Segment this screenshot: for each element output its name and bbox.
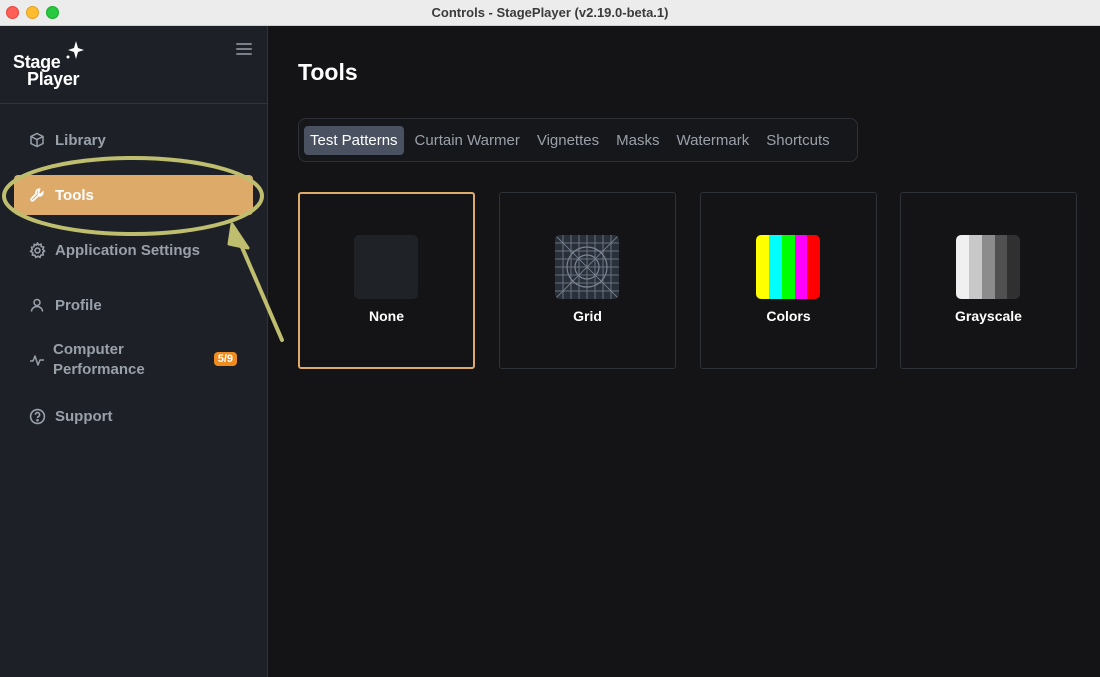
pattern-label: Colors bbox=[766, 308, 811, 324]
grayscale-pattern-thumbnail bbox=[956, 235, 1020, 299]
sidebar-item-label: Application Settings bbox=[55, 241, 201, 259]
pattern-label: Grayscale bbox=[955, 308, 1022, 324]
none-pattern-thumbnail bbox=[354, 235, 418, 299]
tab-watermark[interactable]: Watermark bbox=[670, 126, 755, 155]
tools-tab-bar: Test Patterns Curtain Warmer Vignettes M… bbox=[298, 118, 858, 162]
pattern-label: Grid bbox=[573, 308, 602, 324]
cube-icon bbox=[28, 131, 46, 149]
pattern-card-grid[interactable]: Grid bbox=[499, 192, 676, 369]
sidebar-item-label: Profile bbox=[55, 296, 102, 314]
sidebar: Stage Player Library Tools Application S… bbox=[0, 26, 268, 677]
grid-pattern-thumbnail bbox=[555, 235, 619, 299]
sidebar-item-application-settings[interactable]: Application Settings bbox=[14, 230, 253, 270]
colors-pattern-thumbnail bbox=[756, 235, 820, 299]
sidebar-item-label: Tools bbox=[55, 186, 94, 204]
pattern-label: None bbox=[369, 308, 404, 324]
sidebar-item-profile[interactable]: Profile bbox=[14, 285, 253, 325]
sidebar-divider bbox=[0, 103, 267, 104]
sidebar-item-computer-performance[interactable]: Computer Performance 5/9 bbox=[14, 335, 253, 385]
pattern-card-none[interactable]: None bbox=[298, 192, 475, 369]
sidebar-item-label-line2: Performance bbox=[53, 361, 145, 378]
sidebar-item-tools[interactable]: Tools bbox=[14, 175, 253, 215]
wrench-icon bbox=[28, 186, 46, 204]
sidebar-item-label: Library bbox=[55, 131, 106, 149]
activity-icon bbox=[28, 351, 46, 369]
menu-toggle-icon[interactable] bbox=[236, 43, 252, 55]
tab-test-patterns[interactable]: Test Patterns bbox=[304, 125, 404, 155]
pattern-card-grayscale[interactable]: Grayscale bbox=[900, 192, 1077, 369]
sidebar-item-library[interactable]: Library bbox=[14, 120, 253, 160]
sparkle-icon bbox=[66, 41, 84, 59]
user-icon bbox=[28, 296, 46, 314]
tab-masks[interactable]: Masks bbox=[610, 126, 665, 155]
main-content: Tools Test Patterns Curtain Warmer Vigne… bbox=[268, 26, 1100, 677]
stageplayer-logo: Stage Player bbox=[13, 41, 93, 92]
window-title: Controls - StagePlayer (v2.19.0-beta.1) bbox=[431, 5, 669, 20]
sidebar-item-label: Computer Performance bbox=[53, 340, 145, 380]
help-circle-icon bbox=[28, 407, 46, 425]
tab-vignettes[interactable]: Vignettes bbox=[531, 126, 605, 155]
tab-curtain-warmer[interactable]: Curtain Warmer bbox=[409, 126, 526, 155]
sidebar-item-label: Support bbox=[55, 407, 113, 425]
logo-text-line2: Player bbox=[27, 69, 80, 89]
pattern-card-colors[interactable]: Colors bbox=[700, 192, 877, 369]
performance-badge: 5/9 bbox=[213, 352, 237, 366]
page-title: Tools bbox=[298, 59, 358, 85]
tab-shortcuts[interactable]: Shortcuts bbox=[760, 126, 835, 155]
sidebar-item-label-line1: Computer bbox=[53, 341, 124, 358]
title-bar: Controls - StagePlayer (v2.19.0-beta.1) bbox=[0, 0, 1100, 26]
sidebar-item-support[interactable]: Support bbox=[14, 396, 253, 436]
gear-icon bbox=[28, 241, 46, 259]
